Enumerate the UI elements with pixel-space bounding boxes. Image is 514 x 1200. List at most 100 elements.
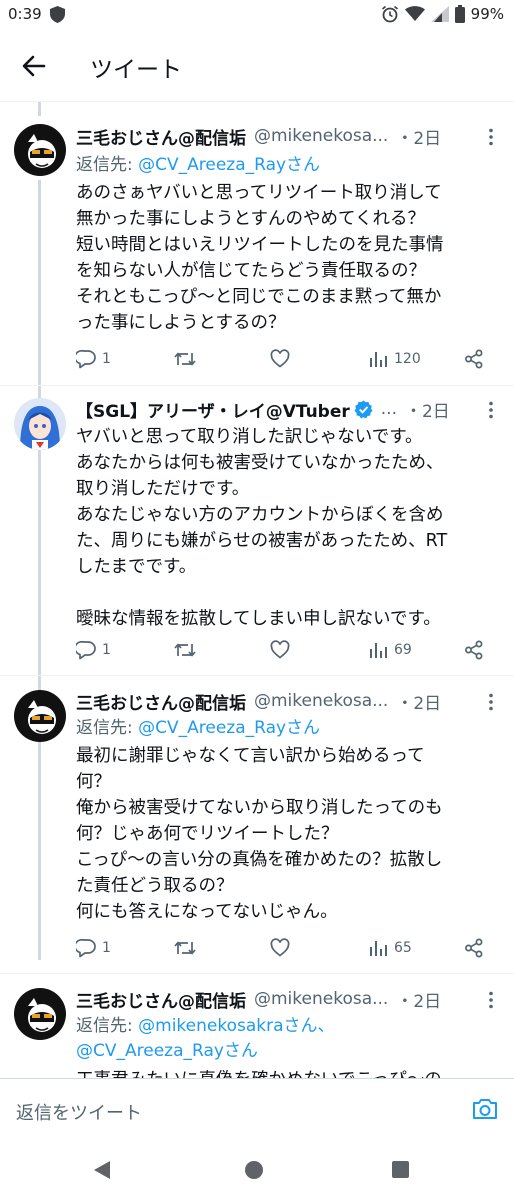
- reply-icon: [76, 938, 96, 958]
- heart-icon: [270, 349, 290, 368]
- battery-icon: [454, 5, 465, 23]
- display-name[interactable]: 三毛おじさん@配信垢: [76, 124, 246, 149]
- reply-to-link[interactable]: @CV_Areeza_Rayさん: [138, 718, 320, 738]
- verified-badge-icon: [354, 399, 373, 418]
- retweet-icon: [174, 941, 196, 955]
- share-button[interactable]: [464, 938, 484, 958]
- cat-avatar-icon: [14, 690, 66, 742]
- reply-to-label: 返信先:: [76, 718, 139, 738]
- app-header: ツイート: [0, 30, 514, 102]
- tweet[interactable]: 三毛おじさん@配信垢 @mikenekosa... ・2日 返信先: @mike…: [0, 973, 514, 1078]
- view-count: 69: [394, 642, 412, 658]
- heart-icon: [270, 938, 290, 957]
- signal-icon: [430, 6, 449, 22]
- share-button[interactable]: [464, 640, 484, 660]
- reply-button[interactable]: 1: [76, 640, 111, 660]
- views-button[interactable]: 65: [368, 938, 412, 958]
- user-handle[interactable]: @mikenekosa...: [254, 126, 388, 146]
- tweet-time[interactable]: ・2日: [405, 397, 450, 422]
- reply-button[interactable]: 1: [76, 349, 111, 369]
- retweet-icon: [174, 352, 196, 366]
- tweet-header: 三毛おじさん@配信垢 @mikenekosa... ・2日: [76, 987, 506, 1011]
- tweet-actions: 1 120: [76, 349, 496, 373]
- view-count: 120: [394, 351, 421, 367]
- more-options-icon[interactable]: [488, 693, 494, 711]
- nav-back-icon[interactable]: [94, 1161, 110, 1179]
- anime-avatar-icon: [14, 398, 66, 450]
- cat-avatar-icon: [14, 124, 66, 176]
- avatar[interactable]: [14, 690, 66, 742]
- user-handle[interactable]: ...: [381, 399, 397, 419]
- tweet[interactable]: 三毛おじさん@配信垢 @mikenekosa... ・2日 返信先: @CV_A…: [0, 102, 514, 385]
- views-icon: [370, 941, 387, 956]
- view-count: 65: [394, 940, 412, 956]
- retweet-button[interactable]: [174, 938, 196, 958]
- retweet-icon: [174, 643, 196, 657]
- reply-count: 1: [102, 642, 111, 658]
- tweet-header: 三毛おじさん@配信垢 @mikenekosa... ・2日: [76, 689, 506, 713]
- share-icon: [465, 349, 483, 369]
- user-handle[interactable]: @mikenekosa...: [254, 691, 388, 711]
- display-name[interactable]: 【SGL】アリーザ・レイ@VTuber: [76, 397, 350, 422]
- reply-to-link[interactable]: @CV_Areeza_Rayさん: [76, 1041, 258, 1061]
- reply-to-label: 返信先:: [76, 1016, 139, 1036]
- tweet-text: 工事君みたいに真偽を確かめないでこっぴ〜の: [76, 1067, 506, 1078]
- reply-to-link[interactable]: @mikenekosakraさん、: [138, 1016, 334, 1036]
- reply-input[interactable]: 返信をツイート: [16, 1099, 142, 1125]
- retweet-button[interactable]: [174, 640, 196, 660]
- display-name[interactable]: 三毛おじさん@配信垢: [76, 689, 246, 714]
- reply-to-link[interactable]: @CV_Areeza_Rayさん: [138, 155, 320, 175]
- user-handle[interactable]: @mikenekosa...: [254, 989, 388, 1009]
- status-icons: 99%: [381, 4, 504, 24]
- tweet-actions: 1 65: [76, 938, 496, 962]
- display-name[interactable]: 三毛おじさん@配信垢: [76, 987, 246, 1012]
- tweet-time[interactable]: ・2日: [396, 987, 441, 1012]
- nav-recents-icon[interactable]: [392, 1161, 409, 1178]
- tweet-time[interactable]: ・2日: [396, 124, 441, 149]
- shield-icon: [50, 6, 65, 23]
- reply-composer[interactable]: 返信をツイート: [0, 1078, 514, 1140]
- views-button[interactable]: 69: [368, 640, 412, 660]
- tweet[interactable]: 三毛おじさん@配信垢 @mikenekosa... ・2日 返信先: @CV_A…: [0, 675, 514, 973]
- reply-count: 1: [102, 940, 111, 956]
- battery-percent: 99%: [470, 5, 504, 23]
- views-icon: [370, 643, 387, 658]
- alarm-icon: [381, 5, 398, 23]
- wifi-icon: [404, 6, 425, 21]
- like-button[interactable]: [270, 349, 290, 369]
- nav-home-icon[interactable]: [245, 1161, 263, 1179]
- avatar[interactable]: [14, 988, 66, 1040]
- like-button[interactable]: [270, 640, 290, 660]
- share-icon: [465, 640, 483, 660]
- camera-icon[interactable]: [472, 1097, 498, 1121]
- more-options-icon[interactable]: [488, 991, 494, 1009]
- avatar[interactable]: [14, 124, 66, 176]
- share-button[interactable]: [464, 349, 484, 369]
- views-button[interactable]: 120: [368, 349, 421, 369]
- like-button[interactable]: [270, 938, 290, 958]
- tweet-text: あのさぁヤバいと思ってリツイート取り消して 無かった事にしようとすんのやめてくれ…: [76, 183, 444, 333]
- reply-count: 1: [102, 351, 111, 367]
- tweet-text: ヤバいと思って取り消した訳じゃないです。 あなたからは何も被害受けていなかったた…: [76, 427, 448, 629]
- reply-icon: [76, 640, 96, 660]
- reply-to: 返信先: @CV_Areeza_Rayさん: [76, 153, 320, 178]
- reply-to: 返信先: @CV_Areeza_Rayさん: [76, 716, 320, 741]
- more-options-icon[interactable]: [488, 128, 494, 146]
- back-arrow-icon[interactable]: [18, 50, 50, 82]
- tweet-time[interactable]: ・2日: [396, 689, 441, 714]
- avatar[interactable]: [14, 398, 66, 450]
- tweet-actions: 1 69: [76, 640, 496, 664]
- more-options-icon[interactable]: [488, 401, 494, 419]
- system-nav-bar: [0, 1140, 514, 1200]
- tweet-header: 三毛おじさん@配信垢 @mikenekosa... ・2日: [76, 124, 506, 148]
- retweet-button[interactable]: [174, 349, 196, 369]
- reply-button[interactable]: 1: [76, 938, 111, 958]
- tweet-header: 【SGL】アリーザ・レイ@VTuber ... ・2日: [76, 397, 506, 421]
- cat-avatar-icon: [14, 988, 66, 1040]
- reply-to: 返信先: @mikenekosakraさん、 @CV_Areeza_Rayさん: [76, 1014, 335, 1064]
- tweet[interactable]: 【SGL】アリーザ・レイ@VTuber ... ・2日 ヤバいと思って取り消した…: [0, 385, 514, 675]
- page-title: ツイート: [90, 57, 182, 83]
- share-icon: [465, 938, 483, 958]
- reply-icon: [76, 349, 96, 369]
- status-time: 0:39: [8, 5, 42, 23]
